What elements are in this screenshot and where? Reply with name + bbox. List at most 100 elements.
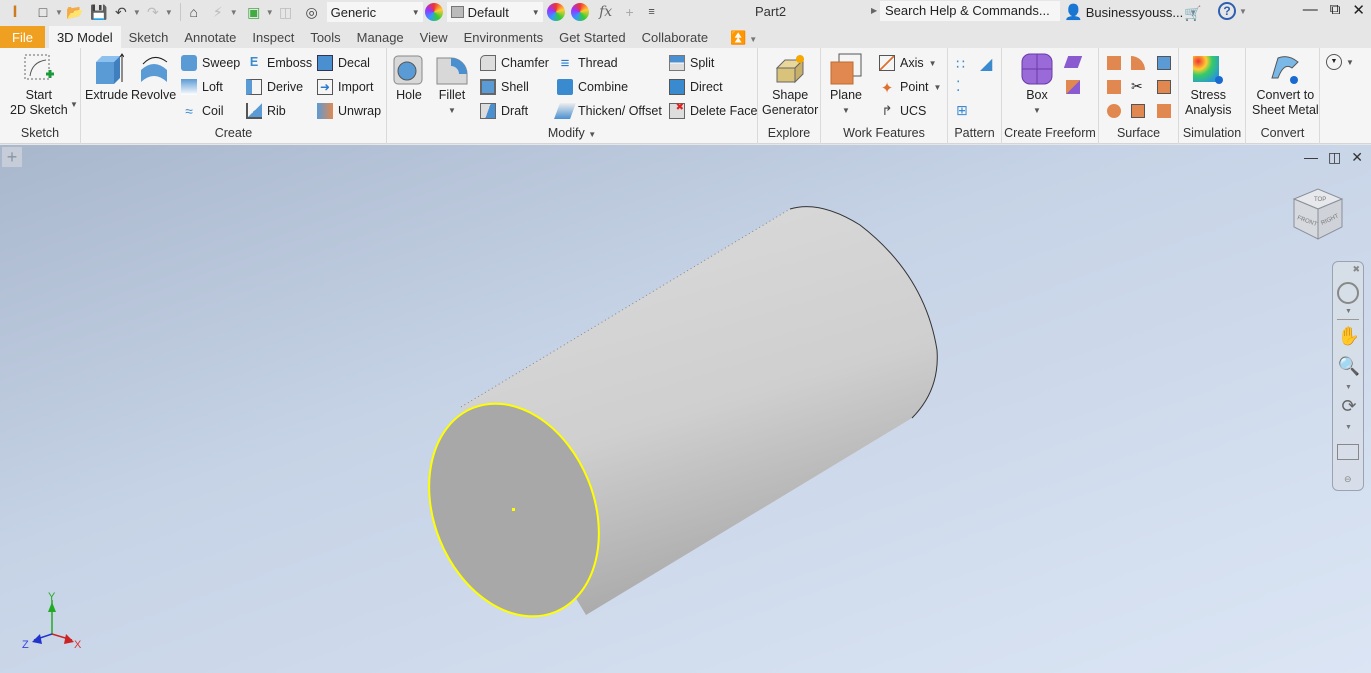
chamfer-button[interactable]: Chamfer bbox=[480, 55, 549, 71]
thread-button[interactable]: ≡ Thread bbox=[557, 55, 618, 72]
pan-hand-icon[interactable]: ✋ bbox=[1337, 326, 1361, 350]
orbit-icon[interactable]: ⟳ bbox=[1337, 396, 1361, 420]
home-icon[interactable]: ⌂ bbox=[185, 1, 203, 23]
replace-face-icon[interactable] bbox=[1157, 104, 1171, 118]
tab-tools[interactable]: Tools bbox=[302, 26, 348, 48]
new-dropdown-icon[interactable]: ▼ bbox=[55, 8, 63, 17]
tab-view[interactable]: View bbox=[412, 26, 456, 48]
chevron-down-icon[interactable]: ▼ bbox=[1345, 424, 1352, 431]
clear-appearance-icon[interactable] bbox=[570, 3, 589, 21]
direct-button[interactable]: Direct bbox=[669, 79, 723, 95]
material-dropdown[interactable]: Generic ▼ bbox=[326, 2, 423, 22]
ruled-surface-icon[interactable] bbox=[1107, 104, 1121, 118]
tab-manage[interactable]: Manage bbox=[349, 26, 412, 48]
derive-button[interactable]: Derive bbox=[246, 79, 303, 95]
look-at-icon[interactable] bbox=[1337, 444, 1359, 460]
unwrap-button[interactable]: Unwrap bbox=[317, 103, 381, 119]
close-icon[interactable]: ✕ bbox=[1352, 1, 1365, 19]
tab-file[interactable]: File bbox=[0, 26, 45, 48]
revolve-button[interactable]: Revolve bbox=[131, 52, 176, 103]
mirror-icon[interactable]: ◢ bbox=[980, 54, 992, 74]
rib-button[interactable]: Rib bbox=[246, 103, 286, 119]
shell-button[interactable]: Shell bbox=[480, 79, 529, 95]
ucs-button[interactable]: ↱ UCS bbox=[879, 103, 927, 119]
parameters-icon[interactable]: fx bbox=[597, 1, 615, 23]
freeform-face-icon[interactable] bbox=[1063, 56, 1083, 68]
ribbon-overflow-button[interactable]: ▼ ▼ bbox=[1326, 54, 1354, 70]
convert-to-sheet-metal-button[interactable]: Convert to Sheet Metal bbox=[1252, 52, 1319, 118]
convert-to-freeform-icon[interactable] bbox=[1066, 80, 1080, 94]
ribbon-display-toggle[interactable]: ⏫ ▼ bbox=[716, 26, 768, 48]
cart-icon[interactable]: 🛒 bbox=[1184, 2, 1202, 24]
open-icon[interactable]: 📂 bbox=[66, 1, 84, 23]
view-cube[interactable]: TOP FRONT RIGHT bbox=[1288, 183, 1348, 249]
fillet-button[interactable]: Fillet ▼ bbox=[435, 52, 469, 118]
update-dropdown-icon[interactable]: ▼ bbox=[230, 8, 238, 17]
adjust-appearance-icon[interactable] bbox=[546, 3, 565, 21]
expand-search-icon[interactable]: ▶ bbox=[871, 6, 877, 15]
extrude-button[interactable]: Extrude bbox=[85, 52, 128, 103]
combine-button[interactable]: Combine bbox=[557, 79, 628, 95]
axis-button[interactable]: Axis ▼ bbox=[879, 55, 937, 71]
draft-button[interactable]: Draft bbox=[480, 103, 528, 119]
decal-button[interactable]: Decal bbox=[317, 55, 370, 71]
stress-analysis-button[interactable]: Stress Analysis bbox=[1185, 52, 1232, 118]
tab-annotate[interactable]: Annotate bbox=[176, 26, 244, 48]
appearance-dropdown[interactable]: Default ▼ bbox=[446, 2, 543, 22]
chevron-down-icon[interactable]: ▼ bbox=[70, 100, 78, 109]
tab-sketch[interactable]: Sketch bbox=[121, 26, 177, 48]
undo-dropdown-icon[interactable]: ▼ bbox=[133, 8, 141, 17]
tab-get-started[interactable]: Get Started bbox=[551, 26, 633, 48]
rectangular-pattern-icon[interactable]: ∷ bbox=[956, 56, 965, 73]
extend-icon[interactable] bbox=[1131, 104, 1145, 118]
box-button[interactable]: Box ▼ bbox=[1020, 52, 1054, 118]
model-canvas[interactable] bbox=[0, 145, 1371, 673]
zoom-window-icon[interactable]: 🔍 bbox=[1337, 356, 1361, 380]
search-input[interactable]: Search Help & Commands... bbox=[880, 1, 1060, 21]
stitch-icon[interactable] bbox=[1107, 80, 1121, 94]
material-icon[interactable]: ◎ bbox=[303, 1, 321, 23]
user-account-button[interactable]: 👤 Businessyouss... ▼ bbox=[1064, 3, 1200, 21]
chevron-down-icon[interactable]: ▼ bbox=[1345, 308, 1352, 315]
restore-icon[interactable]: ⧉ bbox=[1330, 1, 1341, 19]
graphics-viewport[interactable]: + — ◫ ✕ TOP FRONT RIGHT ✖ ▼ ✋ 🔍 ▼ ⟳ ▼ ⊖ … bbox=[0, 145, 1371, 673]
sweep-button[interactable]: Sweep bbox=[181, 55, 240, 71]
cylinder-part[interactable] bbox=[399, 206, 938, 642]
patch-icon[interactable] bbox=[1157, 80, 1171, 94]
appearance-icon[interactable] bbox=[424, 3, 443, 21]
customize-qat-icon[interactable]: ≡ bbox=[643, 1, 661, 23]
undo-icon[interactable]: ↶ bbox=[112, 1, 130, 23]
tab-inspect[interactable]: Inspect bbox=[244, 26, 302, 48]
shape-generator-button[interactable]: Shape Generator bbox=[762, 52, 818, 118]
tab-3d-model[interactable]: 3D Model bbox=[48, 26, 121, 48]
new-icon[interactable]: □ bbox=[34, 1, 52, 23]
trim-icon[interactable]: ✂ bbox=[1131, 78, 1143, 95]
select-dropdown-icon[interactable]: ▼ bbox=[266, 8, 274, 17]
select-icon[interactable]: ▣ bbox=[245, 1, 263, 23]
plane-button[interactable]: Plane ▼ bbox=[829, 52, 863, 118]
thicken-surface-icon[interactable] bbox=[1107, 56, 1121, 70]
thicken-offset-button[interactable]: Thicken/ Offset bbox=[554, 103, 662, 119]
split-button[interactable]: Split bbox=[669, 55, 714, 71]
sketch-driven-pattern-icon[interactable]: ⊞ bbox=[956, 102, 968, 119]
navbar-close-icon[interactable]: ✖ bbox=[1352, 264, 1360, 275]
circular-pattern-icon[interactable]: ⁚ bbox=[956, 78, 960, 95]
save-icon[interactable]: 💾 bbox=[90, 1, 108, 23]
coil-button[interactable]: ≈ Coil bbox=[181, 103, 223, 119]
inventor-logo-icon[interactable]: I bbox=[6, 1, 24, 23]
minimize-icon[interactable]: — bbox=[1303, 1, 1318, 19]
tab-environments[interactable]: Environments bbox=[456, 26, 551, 48]
navbar-options-icon[interactable]: ⊖ bbox=[1344, 474, 1352, 485]
loft-button[interactable]: Loft bbox=[181, 79, 223, 95]
chevron-down-icon[interactable]: ▼ bbox=[1345, 384, 1352, 391]
help-button[interactable]: ? ▼ bbox=[1218, 2, 1250, 20]
hole-button[interactable]: Hole bbox=[392, 52, 426, 103]
start-2d-sketch-button[interactable]: Start 2D Sketch bbox=[10, 52, 68, 118]
point-button[interactable]: ✦ Point ▼ bbox=[879, 79, 942, 97]
import-button[interactable]: ➜ Import bbox=[317, 79, 373, 95]
emboss-button[interactable]: E Emboss bbox=[246, 55, 312, 71]
tab-collaborate[interactable]: Collaborate bbox=[634, 26, 717, 48]
delete-face-button[interactable]: ✖ Delete Face bbox=[669, 103, 757, 119]
panel-title-modify[interactable]: Modify ▼ bbox=[387, 126, 757, 140]
steering-wheel-icon[interactable] bbox=[1337, 282, 1359, 304]
